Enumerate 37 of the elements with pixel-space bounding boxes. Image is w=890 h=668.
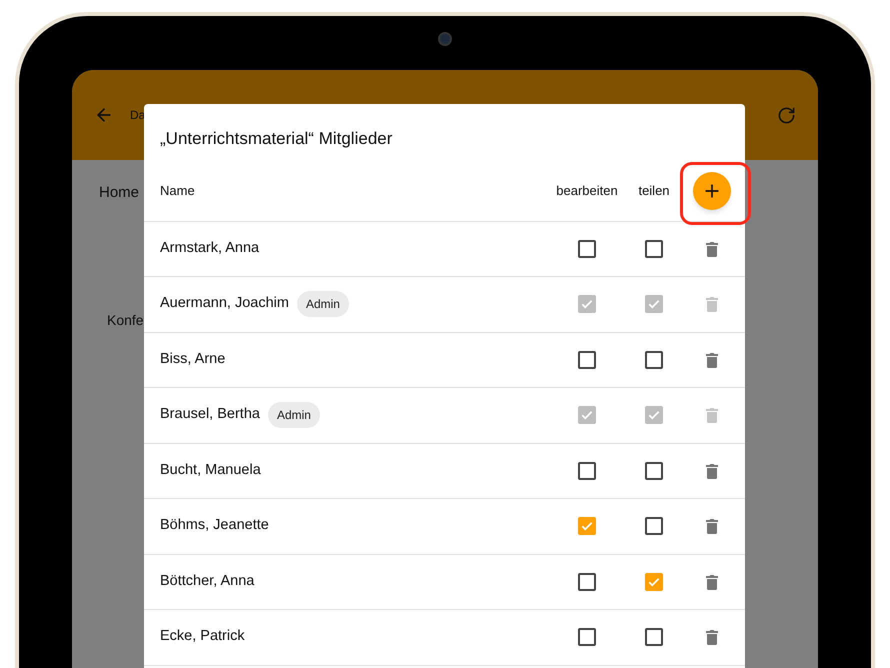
- refresh-icon[interactable]: [777, 106, 796, 124]
- delete-icon[interactable]: [706, 462, 718, 479]
- column-header: Name: [160, 182, 196, 200]
- checkbox[interactable]: [578, 462, 596, 480]
- checkbox[interactable]: [645, 350, 663, 369]
- delete-icon[interactable]: [706, 240, 718, 257]
- checkbox[interactable]: [645, 572, 663, 591]
- member-name: Brausel, Bertha: [160, 405, 260, 424]
- checkbox[interactable]: [578, 517, 596, 536]
- delete-icon[interactable]: [706, 352, 718, 368]
- member-name: Böttcher, Anna: [160, 572, 254, 591]
- column-header: bearbeiten: [555, 182, 619, 200]
- checkbox[interactable]: [578, 628, 596, 646]
- member-name: Auermann, Joachim: [160, 294, 289, 314]
- admin-badge: Admin: [268, 402, 320, 428]
- member-name: Böhms, Jeanette: [160, 516, 269, 536]
- section-label: Konfe: [107, 310, 145, 330]
- admin-badge: Admin: [296, 291, 349, 318]
- delete-icon[interactable]: [706, 629, 718, 646]
- member-name: Armstark, Anna: [160, 238, 260, 258]
- checkbox[interactable]: [578, 240, 596, 258]
- highlight-frame: [680, 162, 751, 225]
- camera-icon: [438, 32, 452, 46]
- checkbox[interactable]: [578, 350, 596, 369]
- dialog-title: „Unterrichtsmaterial“ Mitglieder: [159, 128, 394, 150]
- checkbox[interactable]: [645, 462, 663, 480]
- member-name: Bucht, Manuela: [160, 460, 261, 480]
- checkbox[interactable]: [645, 240, 663, 258]
- member-name: Biss, Arne: [160, 350, 226, 369]
- checkbox[interactable]: [578, 572, 596, 591]
- member-name: Ecke, Patrick: [160, 627, 245, 646]
- checkbox[interactable]: [645, 628, 663, 646]
- checkbox[interactable]: [645, 517, 663, 536]
- delete-icon[interactable]: [706, 574, 718, 590]
- add-member-button[interactable]: [693, 172, 731, 210]
- delete-icon[interactable]: [706, 518, 718, 534]
- column-header: teilen: [637, 182, 671, 200]
